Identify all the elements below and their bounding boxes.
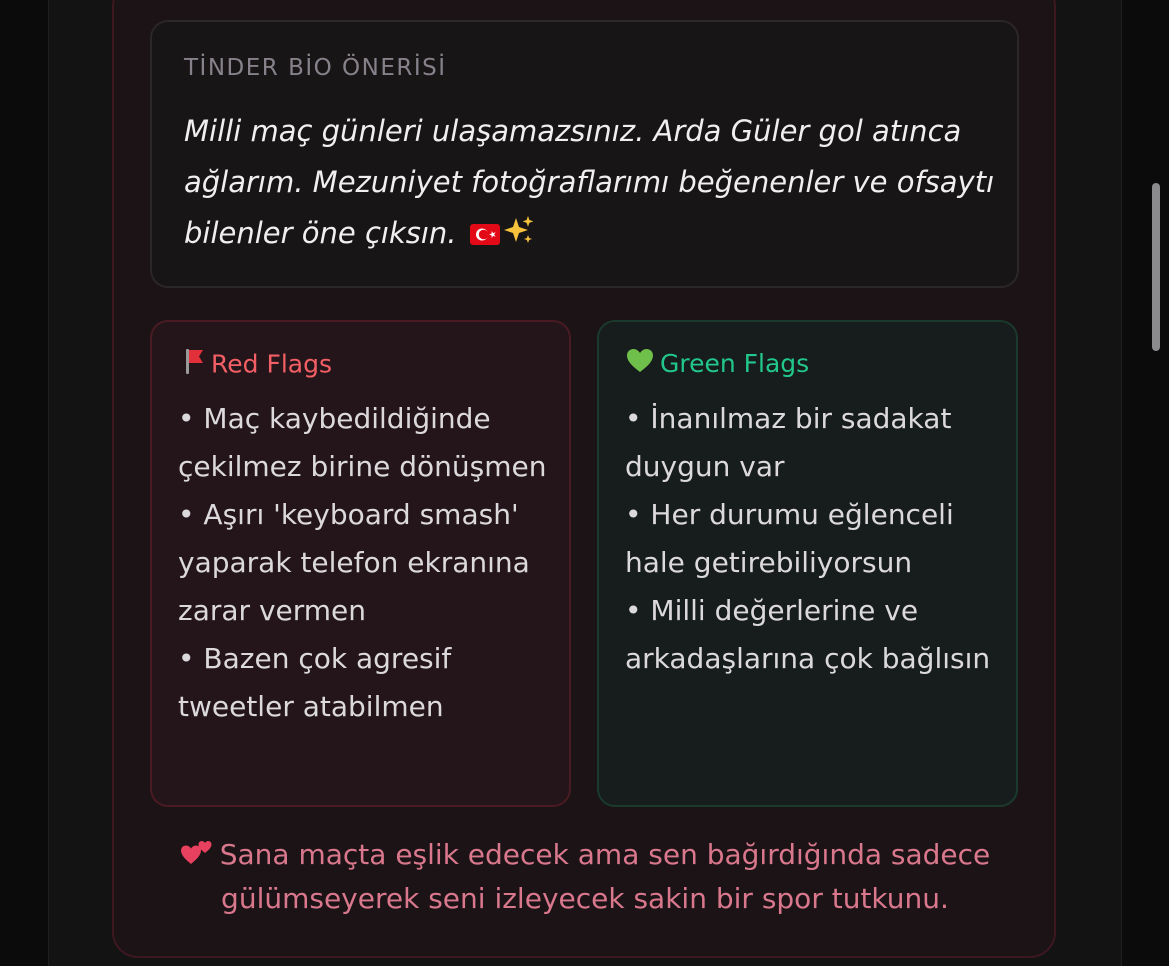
bio-text-block: Milli maç günleri ulaşamazsınız. Arda Gü… [184,106,1004,263]
red-flag-icon [183,347,205,384]
turkey-flag-icon [469,224,500,245]
list-item: • Her durumu eğlenceli hale getirebiliyo… [625,498,954,579]
match-summary-text: Sana maçta eşlik edecek ama sen bağırdığ… [219,838,991,915]
bio-text: Milli maç günleri ulaşamazsınız. Arda Gü… [184,114,995,250]
red-flags-title: Red Flags [211,349,332,379]
list-item: • Aşırı 'keyboard smash' yaparak telefon… [178,498,530,627]
green-flags-heading: Green Flags [626,347,809,381]
list-item: • Maç kaybedildiğinde çekilmez birine dö… [178,402,547,483]
green-heart-icon [626,348,654,383]
red-flags-list: • Maç kaybedildiğinde çekilmez birine dö… [178,395,558,731]
sparkles-icon [503,212,535,263]
green-flags-title: Green Flags [660,349,810,378]
two-hearts-icon [180,835,214,864]
green-flags-list: • İnanılmaz bir sadakat duygun var • Her… [625,395,1005,683]
list-item: • Milli değerlerine ve arkadaşlarına çok… [625,594,991,675]
scrollbar-thumb[interactable] [1152,183,1160,351]
match-summary: Sana maçta eşlik edecek ama sen bağırdığ… [160,833,1010,921]
list-item: • İnanılmaz bir sadakat duygun var [625,402,952,483]
list-item: • Bazen çok agresif tweetler atabilmen [178,642,452,723]
red-flags-heading: Red Flags [183,347,332,381]
bio-label: TİNDER BİO ÖNERİSİ [184,55,447,81]
